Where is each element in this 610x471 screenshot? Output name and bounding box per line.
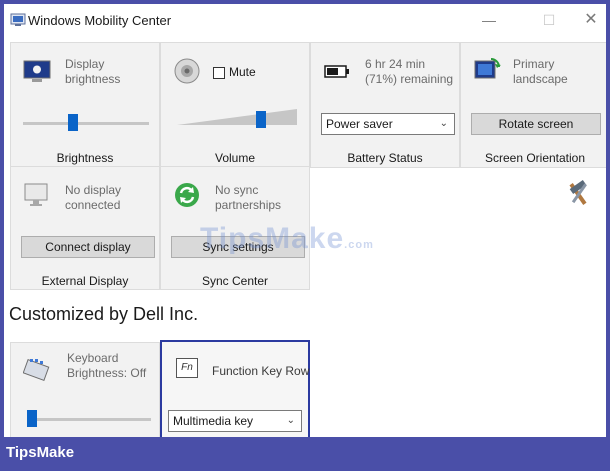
fn-key-icon: Fn [176,358,198,378]
keyboard-backlight-icon [23,359,50,381]
keyboard-brightness-desc: Keyboard Brightness: Off [67,351,147,380]
brightness-label: Brightness [56,151,114,165]
keyboard-slider-track[interactable] [27,418,151,421]
brightness-desc: Display brightness [65,57,121,86]
external-display-tile: No display connected Connect display Ext… [10,166,160,290]
watermark-text: TipsMake [200,222,345,255]
speaker-icon [174,58,200,84]
close-icon[interactable]: ✕ [576,10,606,30]
watermark: TipsMake.com [200,222,374,256]
orientation-desc: Primary landscape [513,57,568,86]
brand-footer: TipsMake [0,437,610,471]
keyboard-slider-thumb[interactable] [27,410,37,427]
customized-section-title: Customized by Dell Inc. [9,304,199,324]
connect-display-button[interactable]: Connect display [21,236,155,258]
battery-label: Battery Status [347,151,423,165]
function-key-row-tile: Fn Function Key Row Multimedia key ⌄ [160,340,310,437]
battery-tile: 6 hr 24 min (71%) remaining Power saver … [310,42,460,168]
fn-key-cap: Fn [181,362,193,373]
power-plan-value: Power saver [326,117,393,131]
window-title: Windows Mobility Center [28,13,172,28]
mobility-center-window: Windows Mobility Center — ☐ ✕ Display br… [4,4,606,437]
monitor-icon [24,183,48,206]
mute-label: Mute [229,65,256,79]
orientation-label: Screen Orientation [484,151,586,165]
sync-center-label: Sync Center [201,274,269,288]
brightness-slider-thumb[interactable] [67,114,78,131]
maximize-icon[interactable]: ☐ [534,10,564,30]
volume-label: Volume [214,151,256,165]
mobility-center-icon [10,13,26,26]
rotate-screen-button[interactable]: Rotate screen [471,113,601,135]
brightness-slider-track[interactable] [23,122,149,125]
battery-icon [324,65,349,78]
power-plan-select[interactable]: Power saver ⌄ [321,113,455,135]
watermark-suffix: .com [344,239,374,251]
mute-checkbox[interactable] [213,67,225,79]
volume-slider-thumb[interactable] [256,111,266,128]
sync-desc: No sync partnerships [215,183,282,212]
function-key-select[interactable]: Multimedia key ⌄ [168,410,302,432]
function-key-value: Multimedia key [173,414,254,428]
rotate-screen-icon [474,58,501,79]
function-key-row-desc: Function Key Row [212,364,310,378]
footer-brand: TipsMake [6,444,75,461]
brightness-tile: Display brightness Brightness [10,42,160,168]
orientation-tile: Primary landscape Rotate screen Screen O… [460,42,606,168]
tools-icon [569,179,587,205]
sync-icon [175,183,199,207]
display-brightness-icon [23,60,51,82]
chevron-down-icon: ⌄ [439,118,448,129]
volume-slider-track[interactable] [177,107,297,127]
minimize-icon[interactable]: — [474,10,504,30]
volume-tile: Mute Volume [160,42,310,168]
battery-desc: 6 hr 24 min (71%) remaining [365,57,454,86]
chevron-down-icon: ⌄ [286,415,295,426]
external-display-desc: No display connected [65,183,122,212]
title-bar: Windows Mobility Center — ☐ ✕ [4,4,606,36]
keyboard-brightness-tile: Keyboard Brightness: Off [10,342,160,437]
external-display-label: External Display [41,274,129,288]
